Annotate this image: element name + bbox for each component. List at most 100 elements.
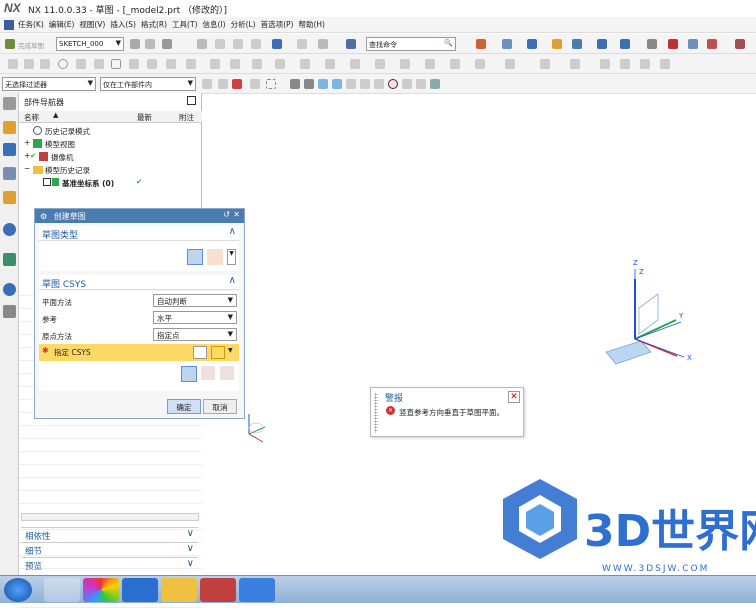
- close-icon[interactable]: ✕: [508, 391, 520, 403]
- collapse-icon[interactable]: −: [24, 164, 30, 173]
- snap-icon[interactable]: [402, 79, 412, 89]
- constraint-icon[interactable]: [425, 59, 435, 69]
- section-dependencies[interactable]: 相依性 ∨: [21, 527, 198, 542]
- check-icon[interactable]: ✔: [30, 151, 36, 160]
- save-icon[interactable]: [197, 39, 207, 49]
- undo-icon[interactable]: [272, 39, 282, 49]
- select-icon[interactable]: [250, 79, 260, 89]
- column-name[interactable]: 名称: [24, 112, 39, 123]
- tree-row[interactable]: + 模型视图: [19, 138, 202, 151]
- dropdown-icon[interactable]: ▼: [228, 347, 233, 354]
- menu-help[interactable]: 帮助(H): [298, 19, 325, 30]
- drag-grip[interactable]: [374, 393, 378, 433]
- history-icon[interactable]: [3, 253, 16, 266]
- trim-icon[interactable]: [275, 59, 285, 69]
- tool-icon[interactable]: [647, 39, 657, 49]
- tool-icon[interactable]: [688, 39, 698, 49]
- section-sketch-type[interactable]: 草图类型 ∧: [39, 226, 239, 241]
- part-navigator-icon[interactable]: [3, 167, 16, 180]
- clock-icon[interactable]: [3, 283, 16, 296]
- menu-format[interactable]: 格式(R): [141, 19, 167, 30]
- tool-icon[interactable]: [735, 39, 745, 49]
- snap-icon[interactable]: [290, 79, 300, 89]
- tool-icon[interactable]: [572, 39, 582, 49]
- redo-icon[interactable]: [297, 39, 307, 49]
- rectangle-select-icon[interactable]: [266, 79, 276, 89]
- maximize-icon[interactable]: [187, 96, 196, 105]
- line-icon[interactable]: [24, 59, 34, 69]
- constraint-icon[interactable]: [375, 59, 385, 69]
- checkbox-icon[interactable]: [43, 178, 51, 186]
- menu-task[interactable]: 任务(K): [18, 19, 44, 30]
- arc-icon[interactable]: [40, 59, 50, 69]
- tool-icon[interactable]: [162, 39, 172, 49]
- contacts-icon[interactable]: [122, 578, 158, 602]
- offset-icon[interactable]: [186, 59, 196, 69]
- tool-icon[interactable]: [620, 39, 630, 49]
- app-icon[interactable]: [83, 578, 119, 602]
- app-icon[interactable]: [200, 578, 236, 602]
- settings-icon[interactable]: [3, 97, 16, 110]
- snap-icon[interactable]: [332, 79, 342, 89]
- sketch-name-combo[interactable]: SKETCH_000 ▼: [56, 37, 124, 51]
- on-plane-icon[interactable]: [187, 249, 203, 265]
- section-details[interactable]: 细节 ∨: [21, 542, 198, 557]
- roles-icon[interactable]: [3, 305, 16, 318]
- tree-row[interactable]: 基准坐标系 (0) ✔: [19, 177, 202, 190]
- section-sketch-csys[interactable]: 草图 CSYS ∧: [39, 275, 239, 290]
- profile-icon[interactable]: [8, 59, 18, 69]
- selection-filter-combo[interactable]: 无选择过滤器 ▼: [2, 77, 96, 91]
- tool-icon[interactable]: [707, 39, 717, 49]
- tree-row[interactable]: − 模型历史记录: [19, 164, 202, 177]
- snap-icon[interactable]: [346, 79, 356, 89]
- xc-direction-icon[interactable]: [201, 366, 215, 380]
- mirror-icon[interactable]: [230, 59, 240, 69]
- dimension-icon[interactable]: [540, 59, 550, 69]
- tool-icon[interactable]: [527, 39, 537, 49]
- explorer-icon[interactable]: [161, 578, 197, 602]
- reset-icon[interactable]: ↺: [223, 210, 230, 219]
- constraint-icon[interactable]: [350, 59, 360, 69]
- rectangle-icon[interactable]: [111, 59, 121, 69]
- spline-icon[interactable]: [166, 59, 176, 69]
- tool-icon[interactable]: [145, 39, 155, 49]
- dropdown-icon[interactable]: ▼: [227, 249, 236, 265]
- snap-icon[interactable]: [416, 79, 426, 89]
- csys-dialog-icon[interactable]: [193, 346, 207, 359]
- snap-icon[interactable]: [360, 79, 370, 89]
- reference-select[interactable]: 水平 ▼: [153, 311, 237, 324]
- tool-icon[interactable]: [668, 39, 678, 49]
- menu-preferences[interactable]: 首选项(P): [261, 19, 294, 30]
- tool-icon[interactable]: [600, 59, 610, 69]
- tool-icon[interactable]: [552, 39, 562, 49]
- copy-icon[interactable]: [233, 39, 243, 49]
- repeat-icon[interactable]: [318, 39, 328, 49]
- dimension-icon[interactable]: [570, 59, 580, 69]
- column-attach[interactable]: 附注: [179, 112, 194, 123]
- tool-icon[interactable]: [620, 59, 630, 69]
- command-finder-icon[interactable]: [346, 39, 356, 49]
- corner-icon[interactable]: [325, 59, 335, 69]
- snap-icon[interactable]: [430, 79, 440, 89]
- polygon-icon[interactable]: [129, 59, 139, 69]
- select-icon[interactable]: [202, 79, 212, 89]
- cancel-button[interactable]: 取消: [203, 399, 237, 414]
- tool-icon[interactable]: [660, 59, 670, 69]
- circle-icon[interactable]: [58, 59, 68, 69]
- menu-tools[interactable]: 工具(T): [172, 19, 197, 30]
- origin-method-select[interactable]: 指定点 ▼: [153, 328, 237, 341]
- menu-insert[interactable]: 插入(S): [110, 19, 136, 30]
- paste-icon[interactable]: [251, 39, 261, 49]
- snap-icon[interactable]: [318, 79, 328, 89]
- chamfer-icon[interactable]: [94, 59, 104, 69]
- selection-scope-combo[interactable]: 仅在工作部件内 ▼: [100, 77, 196, 91]
- word-icon[interactable]: [239, 578, 275, 602]
- extend-icon[interactable]: [300, 59, 310, 69]
- dimension-icon[interactable]: [505, 59, 515, 69]
- tool-icon[interactable]: [130, 39, 140, 49]
- yc-direction-icon[interactable]: [220, 366, 234, 380]
- cut-icon[interactable]: [215, 39, 225, 49]
- snap-center-icon[interactable]: [388, 79, 398, 89]
- fillet-icon[interactable]: [76, 59, 86, 69]
- finish-sketch-icon[interactable]: [5, 39, 15, 49]
